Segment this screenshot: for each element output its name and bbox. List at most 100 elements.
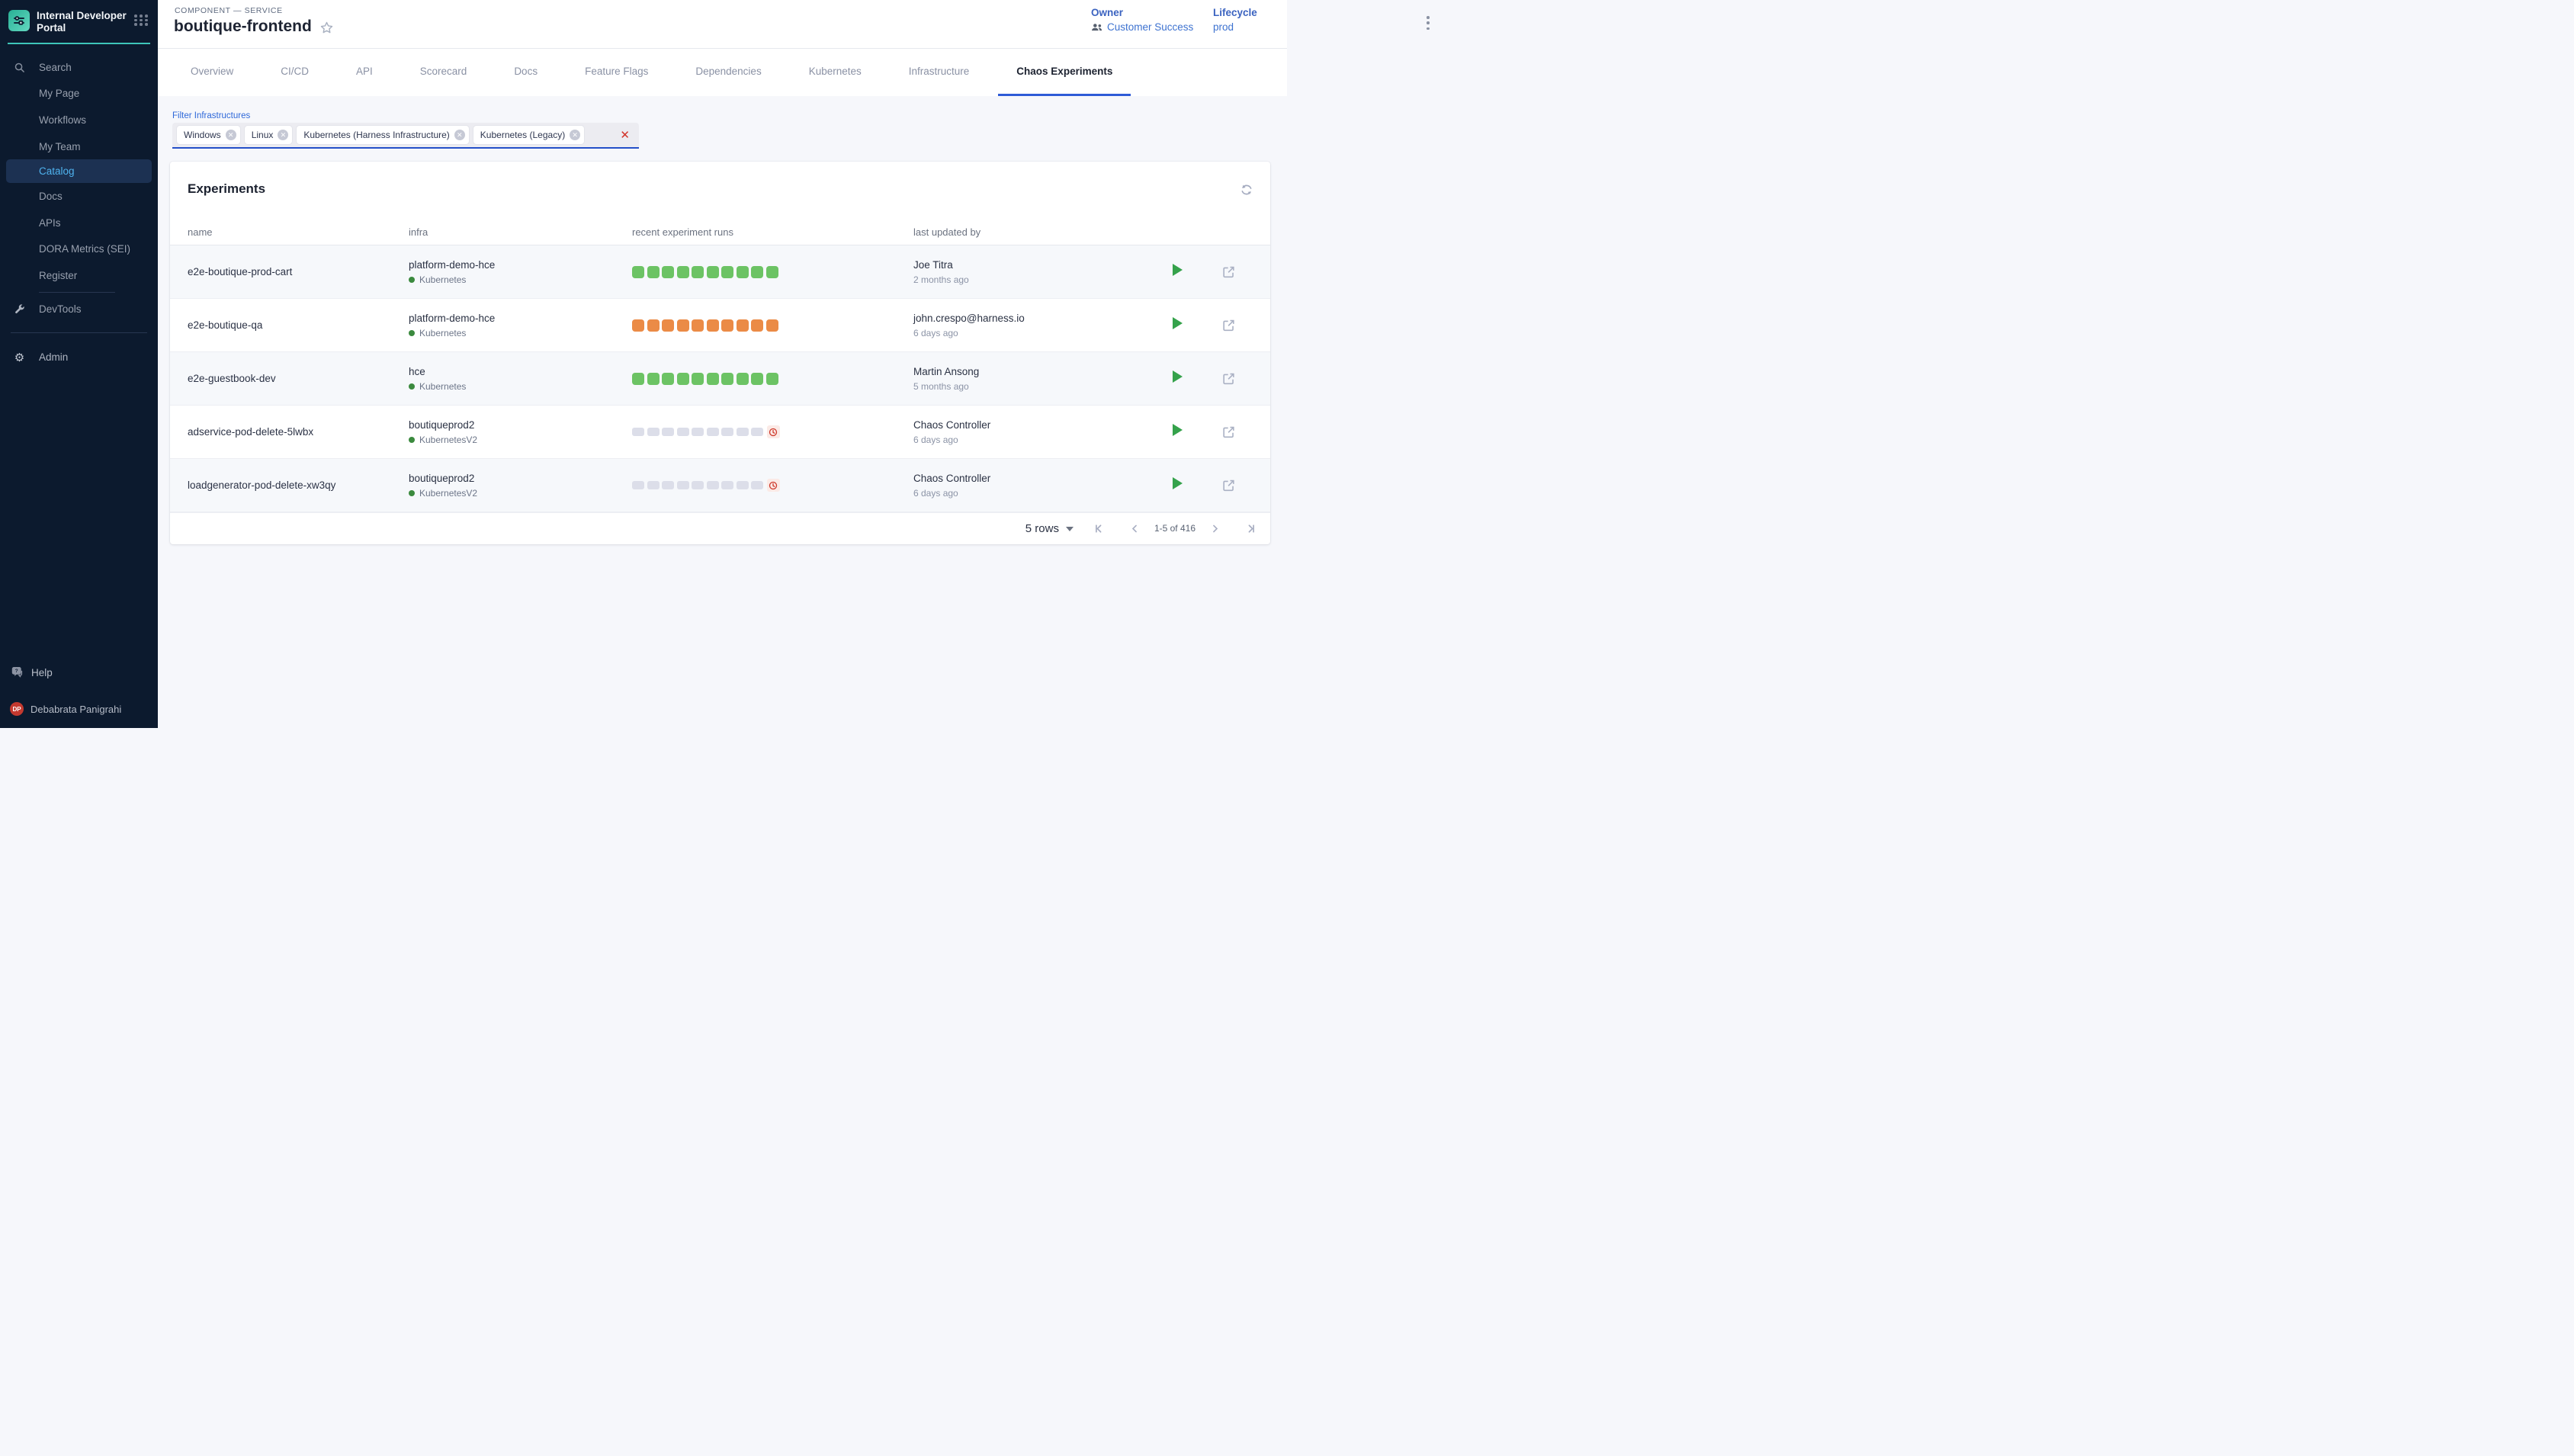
recent-runs	[632, 479, 913, 492]
lifecycle-block: Lifecycle prod	[1213, 7, 1257, 33]
table-row[interactable]: e2e-guestbook-dev hce Kubernetes Martin …	[170, 352, 1270, 406]
sidebar-item-register[interactable]: Register	[0, 262, 158, 289]
run-square	[721, 373, 733, 385]
sidebar-item-admin[interactable]: ⚙ Admin	[0, 344, 158, 370]
sidebar-item-devtools[interactable]: DevTools	[0, 296, 158, 322]
recent-runs	[632, 373, 913, 385]
run-square	[662, 428, 674, 436]
updated-at: 5 months ago	[913, 381, 1173, 392]
updated-by-name: Martin Ansong	[913, 366, 1173, 377]
run-square	[751, 373, 763, 385]
run-square	[632, 481, 644, 489]
tab-scorecard[interactable]: Scorecard	[402, 49, 486, 96]
updated-by-name: Joe Titra	[913, 259, 1173, 271]
run-experiment-button[interactable]	[1173, 317, 1183, 329]
previous-page-icon[interactable]	[1129, 523, 1141, 534]
entity-header: COMPONENT — SERVICE boutique-frontend Ow…	[158, 0, 1287, 49]
run-square	[751, 481, 763, 489]
sidebar-item-docs[interactable]: Docs	[0, 183, 158, 210]
apps-grid-icon[interactable]	[134, 14, 149, 26]
filter-chip[interactable]: Kubernetes (Legacy) ✕	[473, 126, 584, 144]
filter-infrastructures-input[interactable]: Windows ✕ Linux ✕ Kubernetes (Harness In…	[172, 123, 639, 149]
tab-kubernetes[interactable]: Kubernetes	[791, 49, 880, 96]
table-row[interactable]: e2e-boutique-qa platform-demo-hce Kubern…	[170, 299, 1270, 352]
scheduled-clock-icon	[767, 479, 780, 492]
more-options-icon[interactable]	[1422, 14, 1434, 32]
sidebar-item-help[interactable]: ? Help	[0, 659, 158, 685]
remove-chip-icon[interactable]: ✕	[226, 130, 236, 140]
filter-chip[interactable]: Windows ✕	[177, 126, 240, 144]
infra-name: boutiqueprod2	[409, 419, 632, 431]
tab-api[interactable]: API	[338, 49, 391, 96]
sidebar-item-my-team[interactable]: My Team	[0, 133, 158, 160]
open-in-new-icon[interactable]	[1221, 371, 1253, 386]
status-dot	[409, 330, 415, 336]
owner-label: Owner	[1091, 7, 1193, 18]
run-experiment-button[interactable]	[1173, 477, 1183, 489]
remove-chip-icon[interactable]: ✕	[278, 130, 288, 140]
remove-chip-icon[interactable]: ✕	[570, 130, 580, 140]
updated-at: 6 days ago	[913, 328, 1173, 338]
sidebar-nav: SearchMy PageWorkflowsMy TeamCatalogDocs…	[0, 44, 158, 289]
open-in-new-icon[interactable]	[1221, 318, 1253, 332]
run-square	[632, 373, 644, 385]
sidebar-item-my-page[interactable]: My Page	[0, 81, 158, 107]
sidebar-item-apis[interactable]: APIs	[0, 210, 158, 236]
open-in-new-icon[interactable]	[1221, 425, 1253, 439]
experiment-name: e2e-guestbook-dev	[188, 373, 409, 384]
harness-idp-logo	[8, 10, 30, 31]
tab-ci-cd[interactable]: CI/CD	[262, 49, 327, 96]
owner-link[interactable]: Customer Success	[1091, 21, 1193, 33]
run-experiment-button[interactable]	[1173, 424, 1183, 436]
experiment-name: e2e-boutique-qa	[188, 319, 409, 331]
table-row[interactable]: loadgenerator-pod-delete-xw3qy boutiquep…	[170, 459, 1270, 512]
sidebar-item-search[interactable]: Search	[0, 54, 158, 81]
run-square	[766, 373, 778, 385]
open-in-new-icon[interactable]	[1221, 478, 1253, 492]
table-row[interactable]: e2e-boutique-prod-cart platform-demo-hce…	[170, 245, 1270, 299]
updated-by-name: john.crespo@harness.io	[913, 313, 1173, 324]
run-square	[692, 319, 704, 332]
remove-chip-icon[interactable]: ✕	[454, 130, 465, 140]
favorite-star-icon[interactable]	[319, 21, 334, 35]
filter-infrastructures-label[interactable]: Filter Infrastructures	[172, 111, 250, 120]
filter-chip[interactable]: Linux ✕	[245, 126, 293, 144]
run-experiment-button[interactable]	[1173, 264, 1183, 276]
first-page-icon[interactable]	[1093, 522, 1106, 535]
recent-runs	[632, 266, 913, 278]
recent-runs	[632, 319, 913, 332]
col-header-runs: recent experiment runs	[632, 226, 913, 238]
filter-chip[interactable]: Kubernetes (Harness Infrastructure) ✕	[297, 126, 468, 144]
next-page-icon[interactable]	[1209, 523, 1221, 534]
run-square	[707, 481, 719, 489]
tab-chaos-experiments[interactable]: Chaos Experiments	[998, 49, 1131, 96]
pagination: 5 rows 1-5 of 416	[170, 512, 1270, 544]
sidebar-item-catalog[interactable]: Catalog	[6, 159, 152, 183]
brand: Internal Developer Portal	[0, 0, 158, 34]
brand-title: Internal Developer Portal	[37, 10, 134, 34]
tab-feature-flags[interactable]: Feature Flags	[566, 49, 666, 96]
sidebar-item-dora-metrics-sei-[interactable]: DORA Metrics (SEI)	[0, 236, 158, 263]
run-square	[677, 373, 689, 385]
refresh-icon[interactable]	[1240, 183, 1253, 197]
clear-filters-icon[interactable]: ✕	[617, 128, 633, 142]
run-square	[632, 428, 644, 436]
last-page-icon[interactable]	[1244, 522, 1257, 535]
table-row[interactable]: adservice-pod-delete-5lwbx boutiqueprod2…	[170, 406, 1270, 459]
tab-infrastructure[interactable]: Infrastructure	[891, 49, 988, 96]
rows-per-page-select[interactable]: 5 rows	[1025, 522, 1074, 535]
updated-at: 6 days ago	[913, 488, 1173, 499]
run-square	[737, 266, 749, 278]
run-square	[647, 319, 660, 332]
run-square	[707, 319, 719, 332]
run-square	[662, 319, 674, 332]
tab-docs[interactable]: Docs	[496, 49, 556, 96]
infra-name: platform-demo-hce	[409, 313, 632, 324]
user-menu[interactable]: DP Debabrata Panigrahi	[0, 696, 158, 722]
sidebar-item-workflows[interactable]: Workflows	[0, 107, 158, 133]
run-experiment-button[interactable]	[1173, 370, 1183, 383]
run-square	[677, 428, 689, 436]
open-in-new-icon[interactable]	[1221, 265, 1253, 279]
tab-dependencies[interactable]: Dependencies	[677, 49, 779, 96]
tab-overview[interactable]: Overview	[172, 49, 252, 96]
